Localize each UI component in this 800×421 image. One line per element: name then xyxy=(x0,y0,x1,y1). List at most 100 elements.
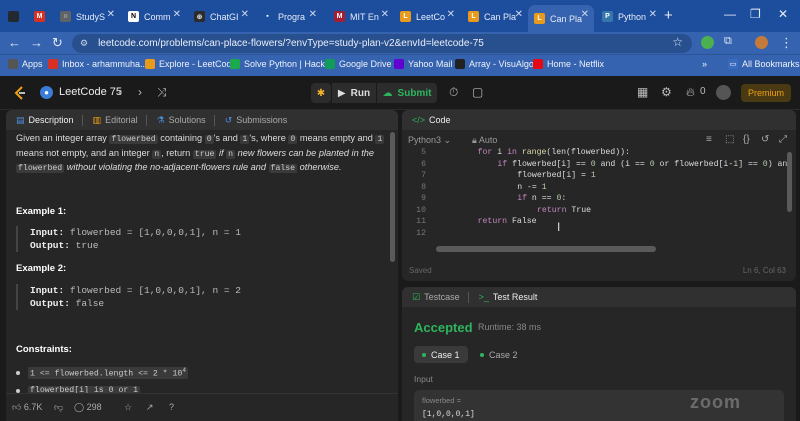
close-tab-icon[interactable]: ✕ xyxy=(381,9,389,20)
close-tab-icon[interactable]: ✕ xyxy=(107,9,115,20)
layout-grid-icon[interactable]: ▦ xyxy=(637,85,648,99)
close-tab-icon[interactable]: ✕ xyxy=(447,9,455,20)
close-window-icon[interactable]: ✕ xyxy=(778,7,788,21)
browser-tab[interactable]: ⊛ ChatGI ✕ xyxy=(188,5,254,28)
extension-icon[interactable] xyxy=(701,36,714,49)
code-vertical-scrollbar[interactable] xyxy=(787,152,792,212)
bookmark-label: Home - Netflix xyxy=(547,59,605,69)
bookmark-link[interactable]: Apps xyxy=(8,59,43,69)
like-button[interactable]: 👍︎ 6.7K xyxy=(12,402,42,413)
tab-editorial[interactable]: ▥ Editorial xyxy=(93,115,138,126)
settings-gear-icon[interactable]: ⚙ xyxy=(661,85,672,99)
bookmark-link[interactable]: Inbox - arhammuha... xyxy=(48,59,148,69)
close-tab-icon[interactable]: ✕ xyxy=(649,9,657,20)
browser-tab-label: ChatGI xyxy=(210,11,239,22)
new-tab-button[interactable]: + xyxy=(664,7,673,24)
favorite-star-icon[interactable]: ☆ xyxy=(124,402,132,413)
bookmark-link[interactable]: Array - VisuAlgo xyxy=(455,59,534,69)
close-tab-icon[interactable]: ✕ xyxy=(309,9,317,20)
close-tab-icon[interactable]: ✕ xyxy=(241,9,249,20)
globe-icon: ○ xyxy=(60,11,71,22)
bookmark-link[interactable]: Google Drive xyxy=(325,59,392,69)
browser-tab[interactable]: L LeetCo ✕ xyxy=(394,5,460,28)
braces-icon[interactable]: {} xyxy=(743,134,750,145)
site-info-icon[interactable]: ⚙ xyxy=(80,38,88,49)
extensions-puzzle-icon[interactable]: ⧉ xyxy=(724,35,732,48)
fullscreen-icon[interactable]: ⤢ xyxy=(779,134,787,145)
dislike-icon[interactable]: 👎︎ xyxy=(54,402,63,413)
browser-tab-label: Comm xyxy=(144,11,171,22)
all-bookmarks-link[interactable]: ▭ All Bookmarks xyxy=(728,59,800,69)
autosave-toggle[interactable]: 🔒︎ Auto xyxy=(472,135,497,146)
bookmark-link[interactable]: Solve Python | Hack... xyxy=(230,59,332,69)
tab-testcase[interactable]: ☑ Testcase xyxy=(412,292,460,303)
reload-icon[interactable]: ↻ xyxy=(52,35,63,51)
back-arrow-icon[interactable]: ← xyxy=(8,35,21,50)
help-icon[interactable]: ? xyxy=(169,402,174,412)
close-tab-icon[interactable]: ✕ xyxy=(581,9,589,20)
user-avatar[interactable] xyxy=(716,85,731,100)
next-problem-icon[interactable]: › xyxy=(138,85,142,99)
streak-fire-icon[interactable]: 🔥︎ xyxy=(686,85,695,100)
format-icon[interactable]: ≡ xyxy=(706,134,712,145)
bookmark-link[interactable]: Home - Netflix xyxy=(533,59,604,69)
bookmark-label: Inbox - arhammuha... xyxy=(62,59,148,69)
browser-tab[interactable]: N Comm ✕ xyxy=(122,5,186,28)
browser-tab[interactable]: L Can Pla ✕ xyxy=(528,5,594,32)
description-scrollbar[interactable] xyxy=(390,132,395,262)
progress-icon: ▪ xyxy=(262,11,273,22)
line-number: 9 xyxy=(421,194,426,203)
close-tab-icon[interactable]: ✕ xyxy=(173,9,181,20)
code-horizontal-scrollbar[interactable] xyxy=(436,246,656,252)
bookmark-star-icon[interactable]: ☆ xyxy=(672,35,683,49)
bookmark-icon[interactable]: ⬚ xyxy=(725,134,734,145)
forward-arrow-icon[interactable]: → xyxy=(30,35,43,50)
profile-avatar[interactable] xyxy=(755,36,768,49)
study-plan-title[interactable]: LeetCode 75 xyxy=(59,86,122,98)
run-button[interactable]: ▶ Run xyxy=(332,83,376,103)
tab-solutions[interactable]: ⚗ Solutions xyxy=(157,115,206,126)
bookmark-link[interactable]: Explore - LeetCode xyxy=(145,59,237,69)
tab-test-result[interactable]: >_ Test Result xyxy=(479,292,538,302)
bookmark-link[interactable]: Yahoo Mail xyxy=(394,59,452,69)
timer-icon[interactable]: ⏱ xyxy=(449,85,458,100)
tab-submissions[interactable]: ↺ Submissions xyxy=(225,115,288,126)
mit-icon: M xyxy=(334,11,345,22)
notes-icon[interactable]: ▢ xyxy=(472,85,483,99)
browser-tab[interactable]: P Python ✕ xyxy=(596,5,662,28)
browser-tab[interactable]: L Can Pla ✕ xyxy=(462,5,528,28)
browser-tab[interactable]: ▪ Progra ✕ xyxy=(256,5,322,28)
case-1-tab[interactable]: Case 1 xyxy=(414,346,468,363)
description-panel: ▤ Description ▥ Editorial ⚗ Solutions ↺ Subm… xyxy=(6,110,398,421)
leetcode-logo-icon[interactable] xyxy=(12,85,28,101)
comment-icon: ◯ xyxy=(74,402,85,412)
language-select[interactable]: Python3 ⌄ xyxy=(408,135,451,146)
debug-button[interactable]: ✱ xyxy=(311,83,331,103)
browser-tab[interactable]: M xyxy=(28,5,52,28)
share-icon[interactable]: ↗ xyxy=(146,402,154,413)
browser-tab[interactable]: M MIT En ✕ xyxy=(328,5,394,28)
browser-tab[interactable]: ○ StudyS ✕ xyxy=(54,5,120,28)
premium-button[interactable]: Premium xyxy=(741,84,791,102)
description-footer: 👍︎ 6.7K 👎︎ ◯ 298 ☆ ↗ ? xyxy=(6,393,398,421)
tab-description[interactable]: ▤ Description xyxy=(16,115,74,126)
submit-button[interactable]: ☁ Submit xyxy=(377,83,437,103)
code-editor-panel: </> Code Python3 ⌄ 🔒︎ Auto ≡ ⬚ {} ↺ ⤢ 5 fo… xyxy=(402,110,796,281)
browser-menu-icon[interactable]: ⋮ xyxy=(780,35,793,51)
prev-problem-icon[interactable]: ‹ xyxy=(118,85,122,99)
line-number: 10 xyxy=(416,205,426,215)
code-area[interactable]: 5 for i in range(len(flowerbed)): 6 if flow… xyxy=(402,148,790,244)
minimize-icon[interactable]: — xyxy=(724,7,736,21)
address-bar[interactable]: ⚙ leetcode.com/problems/can-place-flower… xyxy=(72,34,692,53)
close-tab-icon[interactable]: ✕ xyxy=(515,9,523,20)
tab-code[interactable]: </> Code xyxy=(412,115,451,125)
reset-icon[interactable]: ↺ xyxy=(761,134,769,145)
browser-toolbar: ← → ↻ ⚙ leetcode.com/problems/can-place-… xyxy=(0,32,800,54)
description-tabs: ▤ Description ▥ Editorial ⚗ Solutions ↺ Subm… xyxy=(6,110,398,130)
yahoo-icon xyxy=(394,59,404,69)
case-2-tab[interactable]: Case 2 xyxy=(472,346,526,363)
maximize-icon[interactable]: ❐ xyxy=(750,7,761,21)
bookmarks-overflow-icon[interactable]: » xyxy=(702,59,707,69)
comments-button[interactable]: ◯ 298 xyxy=(74,402,102,413)
shuffle-icon[interactable]: ⤨ xyxy=(157,85,167,100)
